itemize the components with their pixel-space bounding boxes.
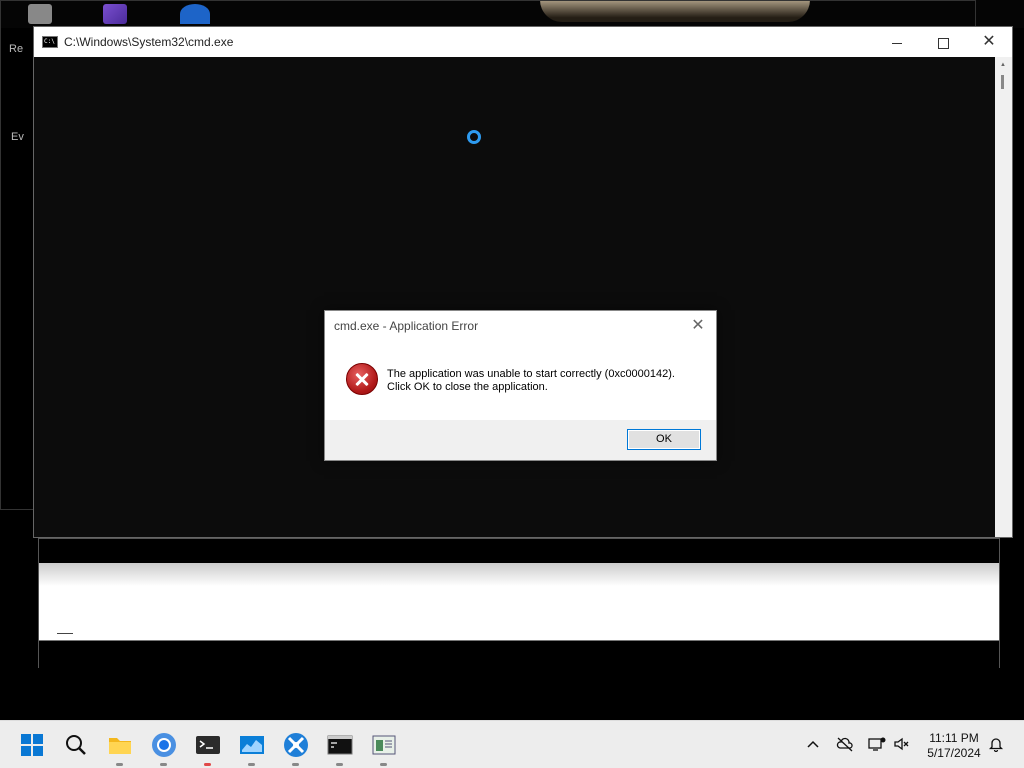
search-icon [66, 735, 86, 755]
running-indicator [380, 763, 387, 766]
dialog-title: cmd.exe - Application Error [334, 319, 479, 333]
cmd-window-title: C:\Windows\System32\cmd.exe [64, 35, 234, 49]
close-icon: ✕ [691, 317, 705, 334]
taskbar-terminal[interactable] [192, 729, 224, 766]
dialog-close-button[interactable]: ✕ [685, 314, 711, 338]
dialog-message-line: The application was unable to start corr… [387, 368, 675, 380]
taskbar-document-app[interactable] [368, 729, 400, 766]
taskbar-cmd[interactable] [324, 729, 356, 766]
tray-volume[interactable] [893, 736, 909, 752]
dialog-message-line: Click OK to close the application. [387, 381, 548, 393]
background-window-footer [39, 640, 999, 668]
taskbar-network-app[interactable] [280, 729, 312, 766]
cmd-icon: C:\ [42, 36, 58, 48]
dialog-footer: OK [325, 420, 716, 460]
maximize-button[interactable] [920, 27, 966, 57]
console-area[interactable] [34, 57, 994, 537]
error-icon [346, 363, 378, 395]
volume-muted-icon [894, 737, 909, 751]
running-indicator [292, 763, 299, 766]
chrome-icon [152, 733, 176, 757]
windows-start-icon [21, 734, 43, 756]
taskbar-search-button[interactable] [60, 729, 92, 761]
terminal-icon [196, 736, 220, 754]
minimize-button[interactable] [874, 27, 920, 57]
running-indicator [204, 763, 211, 766]
dialog-content: The application was unable to start corr… [325, 342, 716, 420]
network-app-icon [284, 733, 308, 757]
running-indicator [336, 763, 343, 766]
tray-onedrive[interactable] [836, 736, 853, 752]
cmd-window[interactable]: C:\ C:\Windows\System32\cmd.exe ✕ ▲ [33, 26, 1013, 538]
clock-date: 5/17/2024 [927, 746, 981, 760]
application-error-dialog[interactable]: cmd.exe - Application Error ✕ The applic… [324, 310, 717, 461]
notification-bell-icon [988, 738, 1004, 753]
chevron-up-icon [807, 740, 819, 748]
cmd-icon [327, 735, 353, 755]
background-window-separator [57, 633, 73, 634]
background-window[interactable] [38, 538, 1000, 668]
taskbar-monitor-app[interactable] [236, 729, 268, 766]
taskbar-clock[interactable]: 11:11 PM 5/17/2024 [918, 731, 990, 761]
loading-spinner-icon [467, 130, 481, 144]
maximize-icon [937, 37, 949, 49]
close-button[interactable]: ✕ [966, 27, 1012, 57]
running-indicator [160, 763, 167, 766]
notification-button[interactable] [988, 736, 1004, 753]
tray-network[interactable] [868, 736, 886, 752]
folder-icon [109, 738, 131, 754]
cloud-off-icon [836, 737, 853, 752]
ok-button[interactable]: OK [627, 429, 701, 450]
network-icon [868, 737, 886, 751]
tray-overflow-button[interactable] [805, 736, 821, 752]
running-indicator [116, 763, 123, 766]
taskbar: 11:11 PM 5/17/2024 [0, 720, 1024, 768]
taskbar-chrome[interactable] [148, 729, 180, 766]
document-app-icon [372, 735, 396, 755]
background-window-content [39, 563, 999, 640]
dialog-message: The application was unable to start corr… [387, 368, 675, 394]
taskbar-start-button[interactable] [16, 729, 48, 761]
chart-app-icon [240, 736, 264, 754]
minimize-icon [892, 42, 902, 44]
running-indicator [248, 763, 255, 766]
cmd-titlebar[interactable]: C:\ C:\Windows\System32\cmd.exe ✕ [34, 27, 1012, 57]
scroll-up-icon[interactable]: ▲ [1000, 62, 1006, 68]
taskbar-file-explorer[interactable] [104, 729, 136, 766]
vertical-scrollbar[interactable]: ▲ [995, 57, 1012, 537]
close-icon: ✕ [982, 33, 996, 50]
clock-time: 11:11 PM [929, 731, 979, 745]
scroll-thumb[interactable] [1001, 75, 1004, 89]
